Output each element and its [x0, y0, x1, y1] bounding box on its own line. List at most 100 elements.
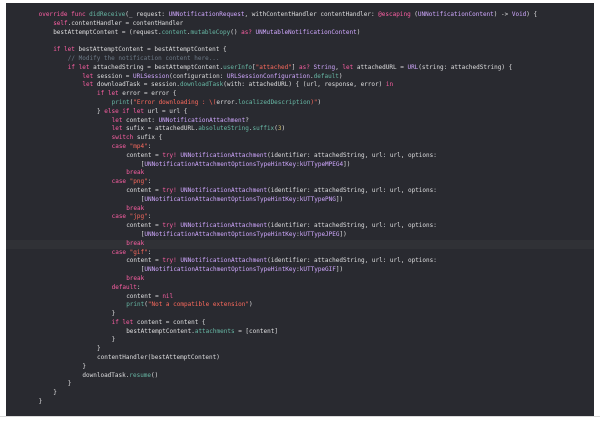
code-line[interactable]: print("Not a compatible extension")	[6, 301, 594, 310]
code-token-keyword: let	[342, 63, 354, 71]
code-line[interactable]: content = try! UNNotificationAttachment(…	[6, 152, 594, 161]
code-line[interactable]: case "mp4":	[6, 143, 594, 152]
code-line[interactable]: let downloadTask = session.downloadTask(…	[6, 81, 594, 90]
code-token-plain: ) {	[526, 11, 538, 18]
code-token-plain: error.	[216, 98, 239, 106]
code-token-keyword: try!	[162, 222, 177, 230]
code-token-type: UNNotificationAttachment	[180, 186, 268, 194]
code-line[interactable]: contentHandler(bestAttemptContent)	[6, 354, 594, 363]
code-token-function: downloadTask	[179, 81, 224, 89]
code-token-keyword: as?	[241, 28, 252, 36]
code-token-plain: bestAttemptContent.	[126, 327, 195, 335]
code-token-plain: , withContentHandler contentHandler:	[244, 11, 379, 18]
code-line[interactable]: } else if let url = url {	[6, 108, 594, 117]
code-token-function: resume	[129, 371, 152, 379]
code-token-plain: session =	[93, 72, 133, 80]
code-line[interactable]: if let bestAttemptContent = bestAttemptC…	[6, 46, 594, 55]
code-token-plain: ])	[343, 160, 351, 168]
code-token-type: UNNotificationAttachmentOptionsTypeHintK…	[144, 230, 297, 238]
code-token-plain: = [content]	[234, 327, 278, 335]
code-token-plain: .contentHandler = contentHandler	[67, 19, 184, 27]
code-token-keyword: case	[111, 248, 127, 256]
code-token-plain: ])	[339, 230, 347, 238]
code-line[interactable]: if let error = error {	[6, 90, 594, 99]
code-line[interactable]: default:	[6, 284, 594, 293]
code-line[interactable]: // Modify the notification content here.…	[6, 55, 594, 64]
code-line[interactable]: bestAttemptContent = (request.content.mu…	[6, 29, 594, 38]
code-token-keyword: override func	[38, 11, 90, 18]
code-token-plain: attachedString = bestAttemptContent.	[89, 63, 224, 71]
code-token-plain: bestAttemptContent = bestAttemptContent …	[74, 46, 227, 54]
code-token-string: "mp4"	[129, 142, 148, 150]
code-line[interactable]: content = try! UNNotificationAttachment(…	[6, 257, 594, 266]
code-token-plain: ])	[335, 195, 344, 203]
code-token-keyword: self	[53, 19, 68, 27]
code-token-keyword: let	[111, 125, 123, 133]
code-token-property: default	[313, 72, 339, 80]
code-line[interactable]: }	[6, 380, 594, 389]
code-line[interactable]: }	[6, 345, 594, 354]
code-line[interactable]: override func didReceive(_ request: UNNo…	[6, 11, 594, 20]
code-line[interactable]: self.contentHandler = contentHandler	[6, 20, 594, 29]
code-line[interactable]: switch sufix {	[6, 134, 594, 143]
code-line[interactable]: let content: UNNotificationAttachment?	[6, 117, 594, 126]
code-token-plain: content =	[126, 222, 163, 230]
code-line[interactable]	[6, 37, 594, 46]
code-line[interactable]: [UNNotificationAttachmentOptionsTypeHint…	[6, 161, 594, 170]
code-line[interactable]: print("Error downloading : \(error.local…	[6, 99, 594, 108]
code-token-function: suffix	[252, 125, 275, 133]
code-token-keyword: case	[111, 178, 127, 186]
code-token-plain: sufix {	[133, 134, 163, 142]
code-token-keyword: let	[111, 116, 123, 124]
code-token-plain: ])	[335, 266, 344, 274]
code-token-plain: ) ->	[493, 11, 512, 18]
code-token-plain: url = url {	[143, 107, 188, 115]
code-token-type: kUTTypeGIF	[299, 266, 336, 274]
code-line[interactable]: let sufix = attachedURL.absoluteString.s…	[6, 125, 594, 134]
code-line[interactable]: if let content = content {	[6, 319, 594, 328]
code-line[interactable]: if let attachedString = bestAttemptConte…	[6, 64, 594, 73]
code-line[interactable]: }	[6, 336, 594, 345]
code-line[interactable]: case "jpg":	[6, 213, 594, 222]
code-line[interactable]: }	[6, 310, 594, 319]
code-token-property: localizedDescription	[238, 98, 311, 106]
code-token-plain: )	[338, 72, 343, 80]
code-editor[interactable]: override func didReceive(_ request: UNNo…	[6, 3, 594, 417]
code-token-plain: :	[147, 142, 152, 150]
code-line[interactable]: break	[6, 169, 594, 178]
code-token-plain: )	[317, 98, 322, 106]
code-token-type: URLSession	[132, 72, 170, 80]
code-token-plain: ()	[230, 28, 242, 36]
code-line[interactable]: case "png":	[6, 178, 594, 187]
code-token-string: )"	[310, 98, 318, 106]
code-token-keyword: break	[126, 169, 145, 177]
code-line[interactable]: case "gif":	[6, 249, 594, 258]
code-token-type: UNNotificationRequest	[168, 11, 245, 18]
code-line[interactable]: }	[6, 398, 594, 407]
code-token-plain: }	[38, 398, 43, 406]
code-line[interactable]: }	[6, 363, 594, 372]
code-line[interactable]: content = nil	[6, 293, 594, 302]
code-line[interactable]: content = try! UNNotificationAttachment(…	[6, 187, 594, 196]
code-line[interactable]: let session = URLSession(configuration: …	[6, 73, 594, 82]
code-text-area[interactable]: override func didReceive(_ request: UNNo…	[6, 11, 594, 407]
code-token-keyword: else if let	[104, 107, 144, 115]
code-token-plain: contentHandler(bestAttemptContent)	[97, 354, 220, 362]
code-token-property: absoluteString	[198, 125, 249, 133]
code-token-plain: attachedURL =	[353, 63, 408, 71]
code-token-plain: (identifier: attachedString, url: url, o…	[267, 257, 437, 265]
code-line[interactable]: break	[6, 205, 594, 214]
code-line[interactable]: [UNNotificationAttachmentOptionsTypeHint…	[6, 266, 594, 275]
code-line[interactable]: break	[6, 239, 594, 249]
code-line[interactable]: bestAttemptContent.attachments = [conten…	[6, 328, 594, 337]
code-line[interactable]: content = try! UNNotificationAttachment(…	[6, 222, 594, 231]
code-token-string: "Not a compatible extension"	[147, 301, 250, 309]
code-token-plain: :	[147, 178, 152, 186]
code-token-plain: (identifier: attachedString, url: url, o…	[267, 151, 437, 159]
code-line[interactable]: [UNNotificationAttachmentOptionsTypeHint…	[6, 196, 594, 205]
code-token-property: attachments	[194, 327, 235, 335]
code-line[interactable]: [UNNotificationAttachmentOptionsTypeHint…	[6, 231, 594, 240]
code-line[interactable]: break	[6, 275, 594, 284]
code-line[interactable]: downloadTask.resume()	[6, 372, 594, 381]
code-line[interactable]: }	[6, 389, 594, 398]
